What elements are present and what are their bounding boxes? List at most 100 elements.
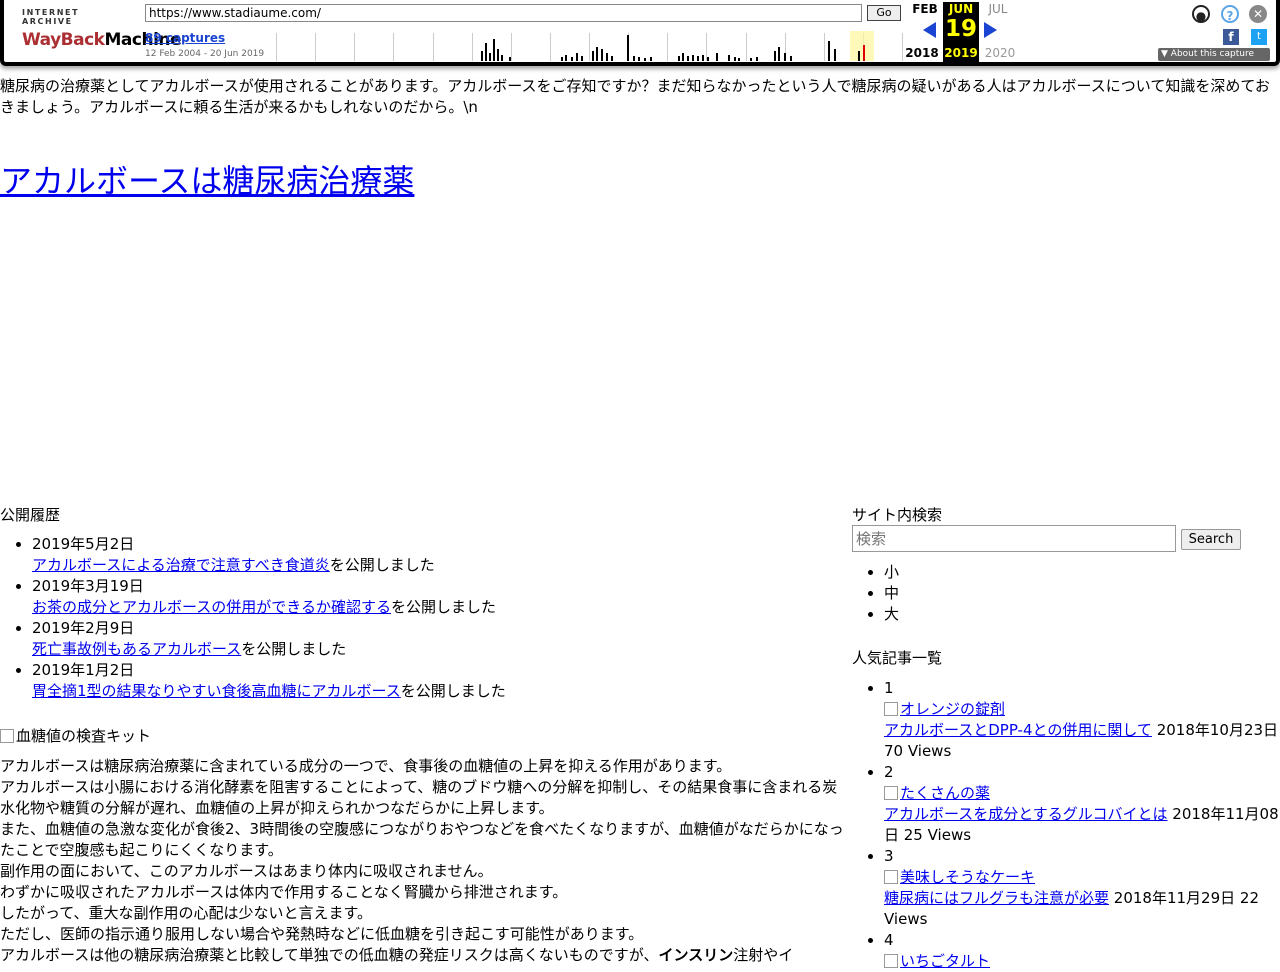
capture-bar[interactable] bbox=[687, 56, 689, 61]
capture-bar[interactable] bbox=[738, 58, 740, 61]
facebook-icon[interactable]: f bbox=[1223, 29, 1239, 45]
capture-bar[interactable] bbox=[716, 53, 718, 61]
capture-bar[interactable] bbox=[774, 51, 776, 61]
capture-bar[interactable] bbox=[707, 57, 709, 61]
history-item: 2019年2月9日 死亡事故例もあるアカルボースを公開しました bbox=[32, 618, 840, 660]
article-line: したがって、重大な副作用の心配は少ないと言えます。 bbox=[0, 904, 373, 922]
capture-bar[interactable] bbox=[834, 49, 836, 61]
popular-thumbnail[interactable]: 美味しそうなケーキ bbox=[884, 868, 1035, 886]
capture-bar[interactable] bbox=[497, 49, 499, 61]
capture-bar[interactable] bbox=[697, 56, 699, 61]
article-body: アカルボースは糖尿病治療薬に含まれている成分の一つで、食事後の血糖値の上昇を抑え… bbox=[0, 756, 852, 966]
user-icon[interactable]: ● bbox=[1192, 5, 1210, 23]
history-article-link[interactable]: アカルボースによる治療で注意すべき食道炎 bbox=[32, 556, 330, 574]
go-button[interactable]: Go bbox=[867, 5, 901, 21]
wayback-url-input[interactable] bbox=[145, 4, 862, 22]
current-year-highlight bbox=[850, 31, 874, 61]
popular-article-link[interactable]: アカルボースとDPP-4との併用に関して bbox=[884, 721, 1152, 739]
capture-bar[interactable] bbox=[571, 57, 573, 61]
popular-thumbnail[interactable]: オレンジの錠剤 bbox=[884, 700, 1005, 718]
capture-bar[interactable] bbox=[756, 57, 758, 61]
capture-bar[interactable] bbox=[592, 51, 594, 61]
prev-month-link[interactable]: FEB bbox=[907, 2, 943, 16]
capture-bar[interactable] bbox=[576, 53, 578, 61]
capture-bar[interactable] bbox=[633, 56, 635, 61]
wayback-logo[interactable]: INTERNET ARCHIVE WayBackMachine bbox=[22, 8, 182, 52]
font-size-medium[interactable]: 中 bbox=[884, 583, 899, 604]
article-line: アカルボースは糖尿病治療薬に含まれている成分の一つで、食事後の血糖値の上昇を抑え… bbox=[0, 757, 732, 775]
capture-sparkline[interactable] bbox=[276, 31, 903, 61]
captures-link[interactable]: 89 captures bbox=[145, 31, 225, 45]
history-date: 2019年3月19日 bbox=[32, 577, 144, 595]
capture-bar[interactable] bbox=[863, 45, 865, 61]
site-title-link[interactable]: アカルボースは糖尿病治療薬 bbox=[0, 162, 414, 200]
capture-bar[interactable] bbox=[485, 43, 487, 61]
capture-bar[interactable] bbox=[493, 39, 495, 61]
popular-thumbnail-alt: オレンジの錠剤 bbox=[900, 700, 1006, 718]
search-button[interactable]: Search bbox=[1181, 529, 1241, 550]
capture-bar[interactable] bbox=[489, 53, 491, 61]
prev-capture-arrow-icon[interactable] bbox=[923, 22, 936, 38]
history-article-link[interactable]: お茶の成分とアカルボースの併用ができるか確認する bbox=[32, 598, 391, 616]
capture-bar[interactable] bbox=[601, 49, 603, 61]
capture-bar[interactable] bbox=[509, 57, 511, 61]
popular-thumbnail[interactable]: いちごタルト bbox=[884, 952, 990, 970]
article-line: アカルボースは他の糖尿病治療薬と比較して単独での低血糖の発症リスクは高くないもの… bbox=[0, 945, 852, 966]
capture-bar[interactable] bbox=[828, 41, 830, 61]
capture-bar[interactable] bbox=[702, 55, 704, 61]
popular-article-link[interactable]: アカルボースを成分とするグルコバイとは bbox=[884, 805, 1168, 823]
capture-bar[interactable] bbox=[682, 53, 684, 61]
hero-image: 血糖値の検査キット bbox=[0, 725, 151, 746]
font-size-small[interactable]: 小 bbox=[884, 562, 899, 583]
capture-bar[interactable] bbox=[790, 56, 792, 61]
history-item: 2019年1月2日 胃全摘1型の結果なりやすい食後高血糖にアカルボースを公開しま… bbox=[32, 660, 840, 702]
capture-bar[interactable] bbox=[501, 55, 503, 61]
history-article-link[interactable]: 死亡事故例もあるアカルボース bbox=[32, 640, 241, 658]
capture-bar[interactable] bbox=[734, 57, 736, 61]
history-heading: 公開履歴 bbox=[0, 506, 61, 524]
twitter-icon[interactable]: t bbox=[1251, 29, 1267, 45]
capture-bar[interactable] bbox=[644, 58, 646, 61]
search-input[interactable] bbox=[852, 525, 1176, 552]
capture-bar[interactable] bbox=[611, 56, 613, 61]
capture-bar[interactable] bbox=[596, 47, 598, 61]
next-month-label: JUL bbox=[988, 2, 1008, 16]
capture-bar[interactable] bbox=[778, 47, 780, 61]
capture-bar[interactable] bbox=[692, 55, 694, 61]
capture-bar[interactable] bbox=[606, 53, 608, 61]
year-divider bbox=[902, 33, 903, 61]
article-line: また、血糖値の急激な変化が食後2、3時間後の空腹感につながりおやつなどを食べたく… bbox=[0, 820, 844, 859]
history-suffix: を公開しました bbox=[400, 682, 506, 700]
font-size-large[interactable]: 大 bbox=[884, 604, 899, 625]
capture-bar[interactable] bbox=[581, 56, 583, 61]
capture-bar[interactable] bbox=[784, 53, 786, 61]
broken-image-icon bbox=[884, 786, 898, 800]
capture-bar[interactable] bbox=[627, 35, 629, 61]
year-divider bbox=[472, 33, 473, 61]
next-capture-arrow-icon[interactable] bbox=[984, 22, 997, 38]
year-divider bbox=[276, 33, 277, 61]
history-article-link[interactable]: 胃全摘1型の結果なりやすい食後高血糖にアカルボース bbox=[32, 682, 401, 700]
capture-bar[interactable] bbox=[750, 58, 752, 61]
popular-thumbnail[interactable]: たくさんの薬 bbox=[884, 784, 990, 802]
capture-bar[interactable] bbox=[858, 51, 860, 61]
year-divider bbox=[511, 33, 512, 61]
popular-article-link[interactable]: 糖尿病にはフルグラも注意が必要 bbox=[884, 889, 1109, 907]
history-item: 2019年5月2日 アカルボースによる治療で注意すべき食道炎を公開しました bbox=[32, 534, 840, 576]
font-size-list: 小 中 大 bbox=[852, 562, 899, 625]
close-icon[interactable]: ✕ bbox=[1249, 5, 1267, 23]
capture-bar[interactable] bbox=[638, 57, 640, 61]
capture-bar[interactable] bbox=[678, 56, 680, 61]
help-icon[interactable]: ? bbox=[1221, 5, 1239, 23]
capture-bar[interactable] bbox=[565, 55, 567, 61]
capture-bar[interactable] bbox=[561, 57, 563, 61]
history-date: 2019年2月9日 bbox=[32, 619, 135, 637]
year-divider bbox=[354, 33, 355, 61]
prev-year-link[interactable]: 2018 bbox=[904, 46, 940, 60]
capture-bar[interactable] bbox=[481, 51, 483, 61]
capture-bar[interactable] bbox=[728, 55, 730, 61]
article-line: ただし、医師の指示通り服用しない場合や発熱時などに低血糖を引き起こす可能性があり… bbox=[0, 925, 644, 943]
about-capture-button[interactable]: ▼ About this capture bbox=[1158, 48, 1270, 61]
capture-bar[interactable] bbox=[650, 57, 652, 61]
popular-rank: 3 bbox=[884, 847, 894, 865]
